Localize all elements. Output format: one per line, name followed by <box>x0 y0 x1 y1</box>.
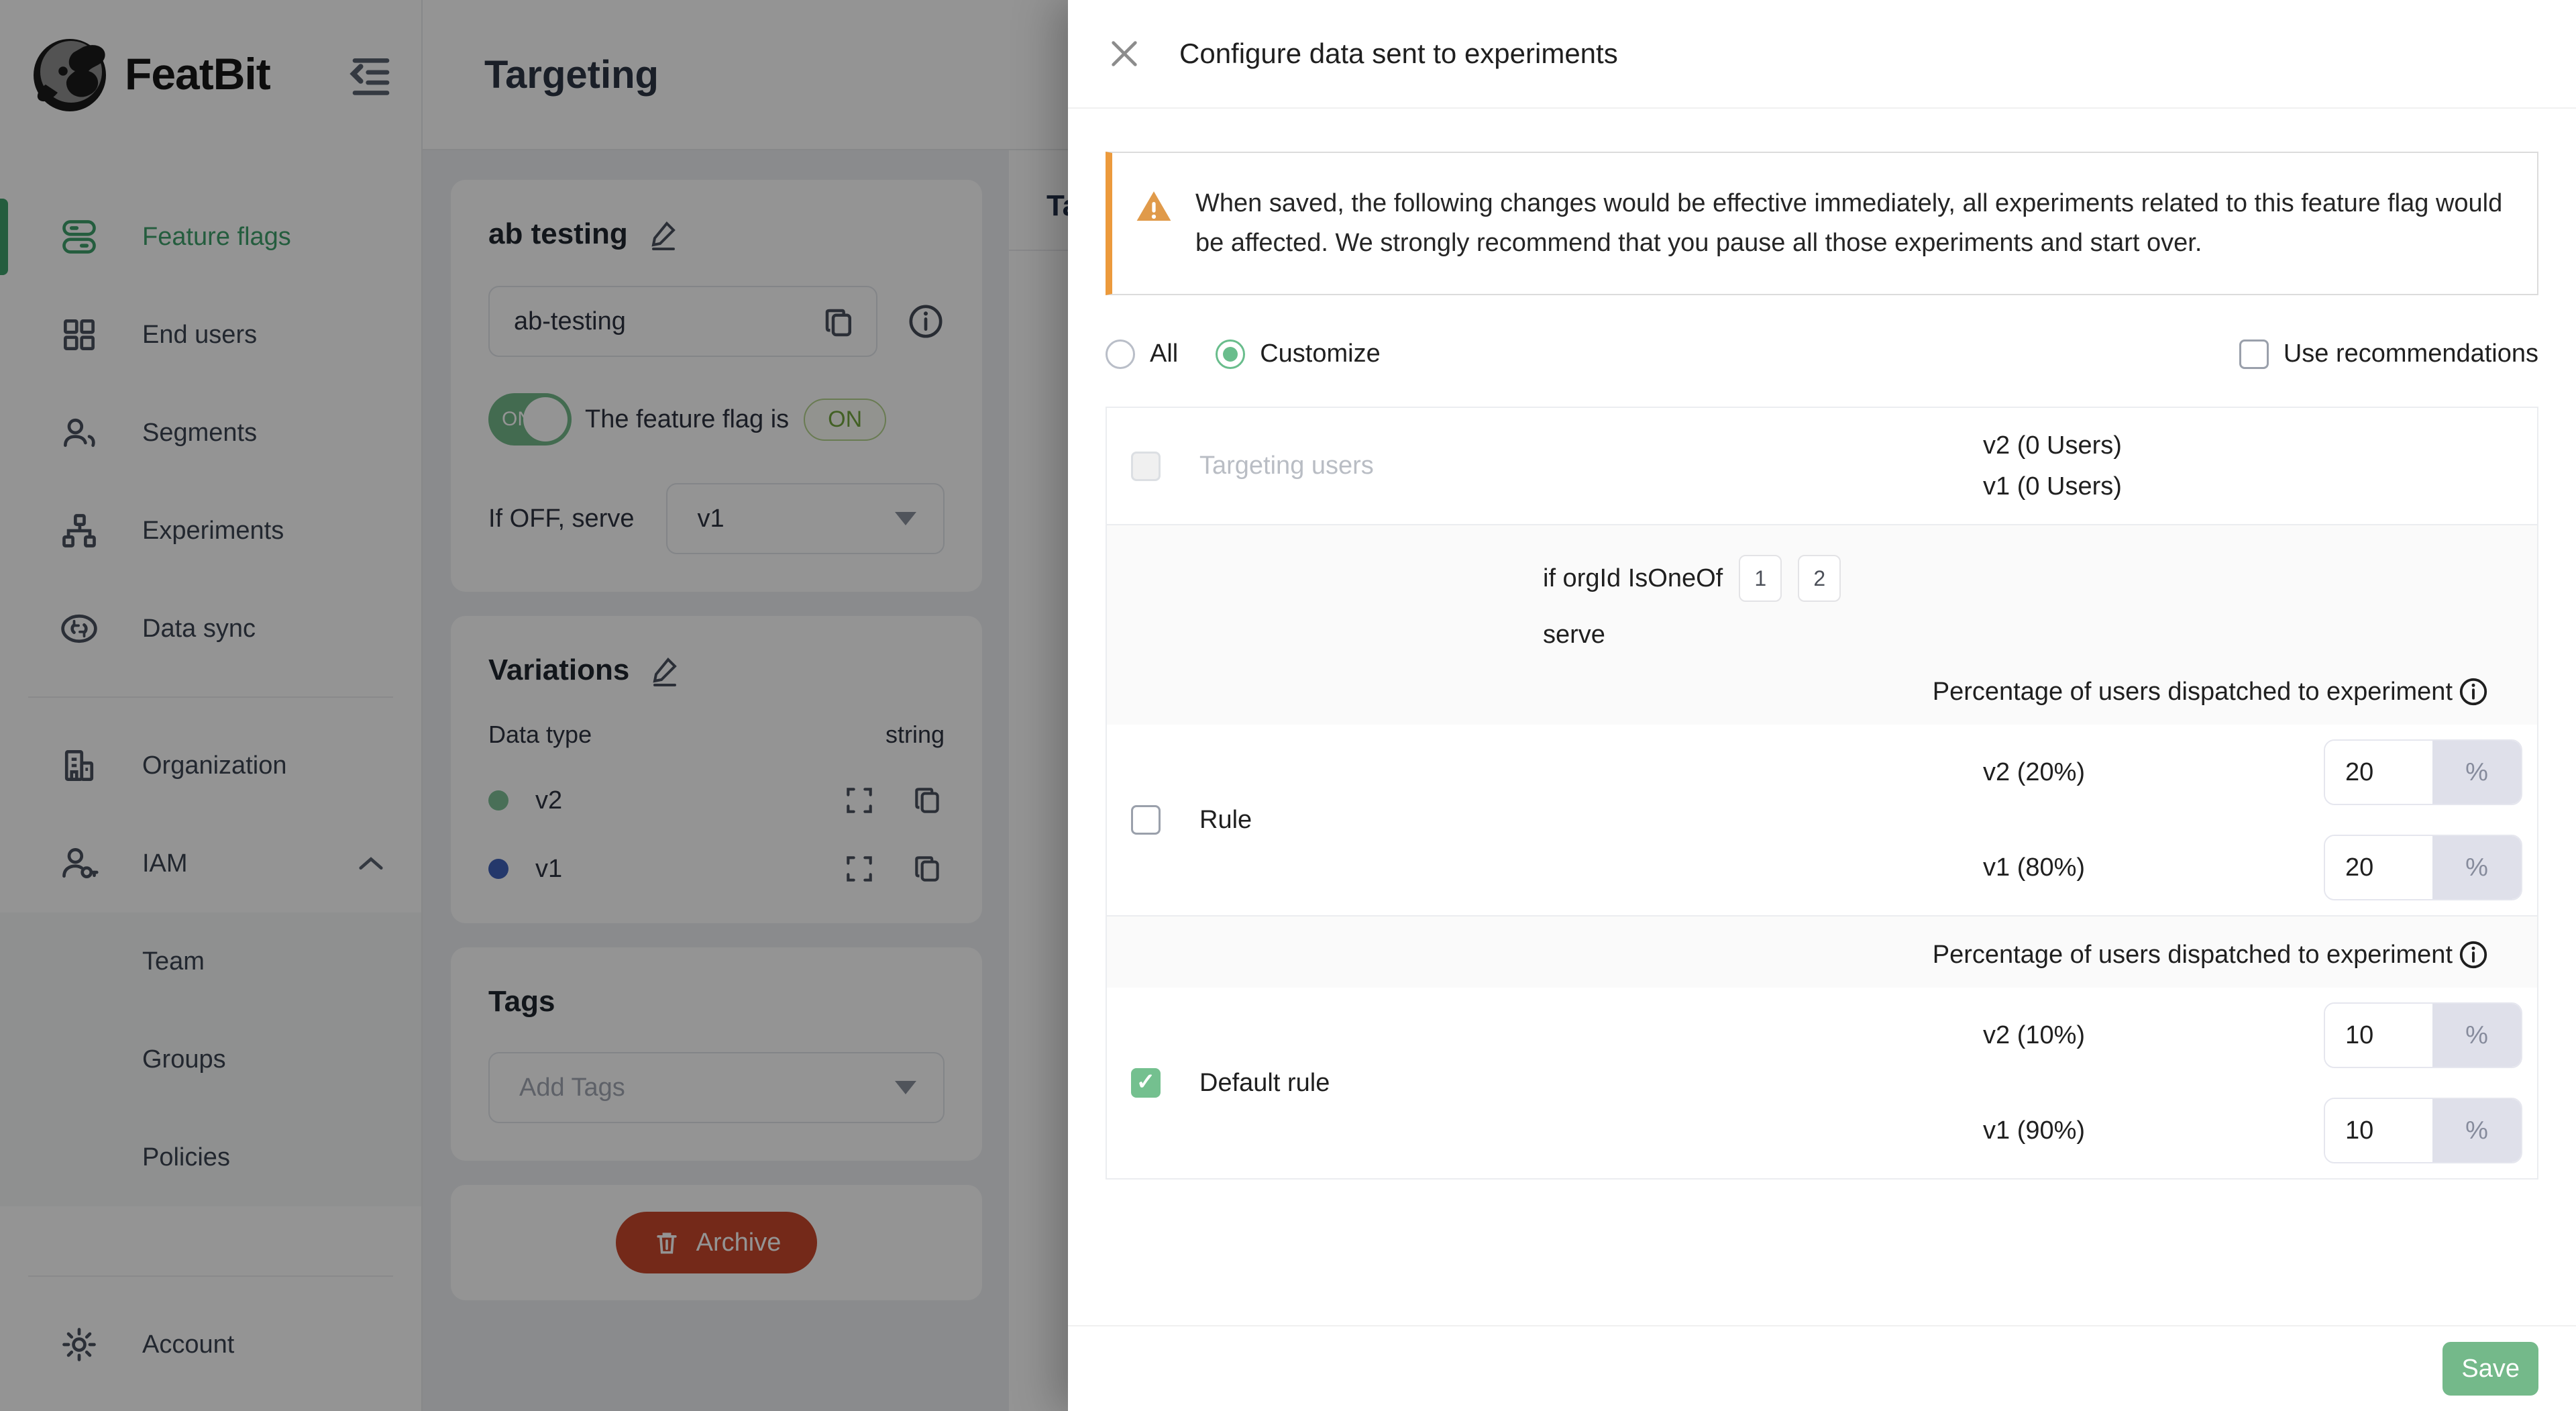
rule-checkbox[interactable] <box>1131 805 1161 835</box>
percent-suffix: % <box>2432 836 2521 899</box>
dispatch-options-row: All Customize Use recommendations <box>1106 339 2538 369</box>
rule-v2-percentage-input[interactable] <box>2325 741 2432 804</box>
rule-condition-text: if orgId IsOneOf <box>1543 564 1723 593</box>
percent-suffix: % <box>2432 741 2521 804</box>
rule-condition-value-tag: 2 <box>1798 555 1841 602</box>
targeting-users-row: Targeting users v2 (0 Users) v1 (0 Users… <box>1107 408 2537 526</box>
rule-variation-row: v1 (80%) % <box>1542 820 2537 915</box>
rule-serve-label: serve <box>1543 621 2489 649</box>
targeting-users-checkbox[interactable] <box>1131 452 1161 481</box>
targeting-users-v1: v1 (0 Users) <box>1983 466 2537 507</box>
percentage-header: Percentage of users dispatched to experi… <box>1933 941 2453 970</box>
default-v1-label: v1 (90%) <box>1983 1116 2085 1145</box>
targeting-users-v2: v2 (0 Users) <box>1983 425 2537 466</box>
default-rule-variation-row: v2 (10%) % <box>1542 988 2537 1083</box>
rule-label: Rule <box>1199 806 1252 835</box>
rule-condition-value-tag: 1 <box>1739 555 1782 602</box>
rule-v1-label: v1 (80%) <box>1983 853 2085 882</box>
modal-body: When saved, the following changes would … <box>1068 152 2576 1180</box>
experiment-config-table: Targeting users v2 (0 Users) v1 (0 Users… <box>1106 407 2538 1180</box>
default-v2-percentage-input[interactable] <box>2325 1004 2432 1067</box>
info-icon[interactable] <box>2458 676 2489 707</box>
percentage-header: Percentage of users dispatched to experi… <box>1933 678 2453 707</box>
default-v1-percentage-input[interactable] <box>2325 1099 2432 1162</box>
radio-all[interactable] <box>1106 339 1135 369</box>
warning-text: When saved, the following changes would … <box>1195 184 2510 263</box>
modal-header: Configure data sent to experiments <box>1068 0 2576 109</box>
rule-variation-row: v2 (20%) % <box>1542 725 2537 820</box>
info-icon[interactable] <box>2458 939 2489 970</box>
modal-title: Configure data sent to experiments <box>1179 38 1618 70</box>
percent-suffix: % <box>2432 1004 2521 1067</box>
default-rule-subheader: Percentage of users dispatched to experi… <box>1107 917 2537 988</box>
rule-row: if orgId IsOneOf 1 2 serve Percentage of… <box>1107 525 2537 917</box>
radio-customize[interactable] <box>1216 339 1245 369</box>
save-button[interactable]: Save <box>2443 1342 2538 1396</box>
default-rule-row: Percentage of users dispatched to experi… <box>1107 917 2537 1178</box>
default-rule-checkbox[interactable] <box>1131 1068 1161 1098</box>
radio-customize-label: Customize <box>1260 339 1381 368</box>
percent-suffix: % <box>2432 1099 2521 1162</box>
radio-all-label: All <box>1150 339 1178 368</box>
default-rule-label: Default rule <box>1199 1069 1330 1098</box>
close-icon[interactable] <box>1106 35 1143 72</box>
experiments-config-modal: Configure data sent to experiments When … <box>1068 0 2576 1411</box>
rule-v2-label: v2 (20%) <box>1983 758 2085 787</box>
warning-alert: When saved, the following changes would … <box>1106 152 2538 295</box>
modal-footer: Save <box>1068 1325 2576 1411</box>
targeting-users-label: Targeting users <box>1199 452 1374 480</box>
app-root: FeatBit <box>0 0 2576 1411</box>
default-v2-label: v2 (10%) <box>1983 1021 2085 1050</box>
default-rule-variation-row: v1 (90%) % <box>1542 1083 2537 1178</box>
rule-subheader: if orgId IsOneOf 1 2 serve Percentage of… <box>1107 525 2537 725</box>
use-recommendations-label: Use recommendations <box>2284 339 2538 368</box>
warning-icon <box>1135 188 1173 225</box>
rule-v1-percentage-input[interactable] <box>2325 836 2432 899</box>
use-recommendations-checkbox[interactable] <box>2239 339 2269 369</box>
